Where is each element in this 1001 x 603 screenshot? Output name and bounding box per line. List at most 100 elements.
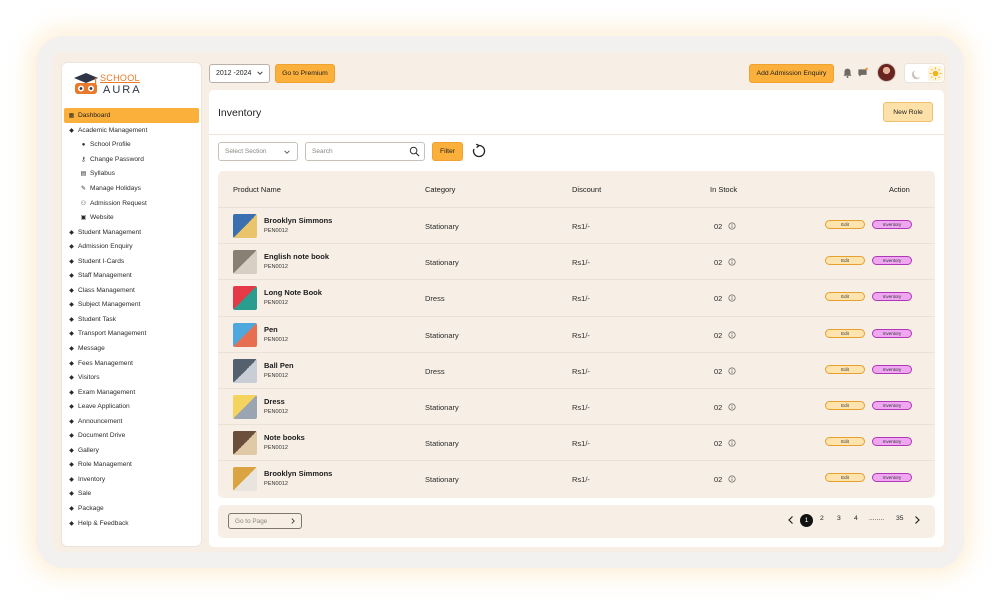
- sidebar-item-student-i-cards[interactable]: ◆ Student I-Cards: [64, 254, 199, 269]
- sidebar-item-school-profile[interactable]: ● School Profile: [64, 138, 199, 153]
- filter-button[interactable]: Filter: [432, 142, 463, 161]
- sidebar-item-package[interactable]: ◆ Package: [64, 501, 199, 516]
- info-icon[interactable]: [728, 258, 736, 266]
- category-cell: Dress: [425, 366, 445, 376]
- inventory-button[interactable]: Inventory: [872, 292, 912, 302]
- info-icon[interactable]: [728, 331, 736, 339]
- sidebar-item-announcement[interactable]: ◆ Announcement: [64, 414, 199, 429]
- info-icon[interactable]: [728, 439, 736, 447]
- inventory-button[interactable]: Inventory: [872, 437, 912, 447]
- sidebar-item-label: Admission Request: [90, 199, 147, 207]
- page-number[interactable]: 1: [800, 514, 813, 527]
- sidebar-item-inventory[interactable]: ◆ Inventory: [64, 472, 199, 487]
- discount-cell: Rs1/-: [572, 439, 590, 449]
- year-select[interactable]: 2012 -2024: [209, 64, 270, 83]
- go-to-premium-button[interactable]: Go to Premium: [275, 64, 335, 83]
- notification-bell-icon[interactable]: [842, 67, 853, 79]
- sidebar-item-academic-management[interactable]: ◆ Academic Management: [64, 123, 199, 138]
- edit-button[interactable]: Edit: [825, 364, 865, 374]
- sidebar-item-dashboard[interactable]: ▦ Dashboard: [64, 108, 199, 123]
- logo[interactable]: SCHOOL AURA: [72, 70, 152, 98]
- sidebar-item-change-password[interactable]: ⚷ Change Password: [64, 152, 199, 167]
- inventory-button[interactable]: Inventory: [872, 220, 912, 229]
- info-icon[interactable]: [728, 294, 736, 302]
- table-row: Note books PEN0012 Stationary Rs1/- 02 Edit In…: [218, 425, 935, 462]
- sidebar-item-visitors[interactable]: ◆ Visitors: [64, 370, 199, 385]
- edit-button[interactable]: Edit: [825, 473, 865, 483]
- edit-button[interactable]: Edit: [825, 292, 865, 302]
- sidebar-item-help-feedback[interactable]: ◆ Help & Feedback: [64, 516, 199, 531]
- sidebar-item-student-management[interactable]: ◆ Student Management: [64, 225, 199, 240]
- table-row: Pen PEN0012 Stationary Rs1/- 02 Edit Inventory: [218, 317, 935, 353]
- sidebar-item-syllabus[interactable]: ▤ Syllabus: [64, 167, 199, 182]
- search-input[interactable]: [305, 142, 425, 161]
- cap-icon: ◆: [69, 447, 74, 454]
- page-number[interactable]: 3: [837, 515, 841, 522]
- sidebar-item-transport-management[interactable]: ◆ Transport Management: [64, 327, 199, 342]
- info-icon[interactable]: [728, 367, 736, 375]
- sidebar-item-role-management[interactable]: ◆ Role Management: [64, 458, 199, 473]
- sidebar-item-document-drive[interactable]: ◆ Document Drive: [64, 428, 199, 443]
- sidebar-item-leave-application[interactable]: ◆ Leave Application: [64, 399, 199, 414]
- sidebar-item-staff-management[interactable]: ◆ Staff Management: [64, 268, 199, 283]
- page-number[interactable]: 2: [820, 515, 824, 522]
- sidebar-item-student-task[interactable]: ◆ Student Task: [64, 312, 199, 327]
- category-cell: Stationary: [425, 258, 459, 268]
- product-code: PEN0012: [264, 445, 288, 452]
- edit-label: Edit: [841, 294, 849, 300]
- sidebar-item-class-management[interactable]: ◆ Class Management: [64, 283, 199, 298]
- inventory-button[interactable]: Inventory: [872, 328, 912, 338]
- info-icon[interactable]: [728, 475, 736, 483]
- sidebar-item-exam-management[interactable]: ◆ Exam Management: [64, 385, 199, 400]
- sidebar-item-manage-holidays[interactable]: ✎ Manage Holidays: [64, 181, 199, 196]
- product-code: PEN0012: [264, 409, 288, 415]
- edit-button[interactable]: Edit: [825, 328, 865, 338]
- next-page-icon[interactable]: [912, 515, 922, 525]
- users-icon: ⚇: [80, 200, 87, 207]
- cap-icon: ◆: [69, 258, 74, 265]
- inventory-button[interactable]: Inventory: [872, 256, 912, 266]
- select-section-placeholder: Select Section: [225, 148, 267, 155]
- info-icon[interactable]: [728, 222, 736, 230]
- stock-cell: 02: [714, 294, 723, 304]
- select-section-dropdown[interactable]: Select Section: [218, 142, 298, 161]
- sidebar-item-admission-enquiry[interactable]: ◆ Admission Enquiry: [64, 239, 199, 254]
- inventory-button[interactable]: Inventory: [872, 401, 912, 410]
- sun-icon[interactable]: [928, 66, 943, 81]
- previous-page-icon[interactable]: [786, 515, 796, 525]
- cap-icon: ◆: [69, 389, 74, 396]
- table-row: English note book PEN0012 Stationary Rs1/- 0…: [218, 244, 935, 281]
- cap-icon: ◆: [69, 331, 74, 338]
- add-admission-enquiry-button[interactable]: Add Admission Enquiry: [749, 64, 834, 83]
- table-row: Brooklyn Simmons PEN0012 Stationary Rs1/- 02…: [218, 208, 935, 245]
- sidebar-item-admission-request[interactable]: ⚇ Admission Request: [64, 196, 199, 211]
- new-role-button[interactable]: New Role: [883, 102, 933, 122]
- edit-button[interactable]: Edit: [825, 256, 865, 266]
- inventory-label: Inventory: [882, 439, 902, 445]
- search-icon[interactable]: [409, 146, 420, 157]
- sidebar-item-sale[interactable]: ◆ Sale: [64, 487, 199, 502]
- go-to-page-input[interactable]: Go to Page: [228, 513, 302, 529]
- sidebar-item-fees-management[interactable]: ◆ Fees Management: [64, 356, 199, 371]
- sidebar-item-subject-management[interactable]: ◆ Subject Management: [64, 298, 199, 313]
- logo-text-school: SCHOOL: [100, 73, 140, 83]
- discount-cell: Rs1/-: [572, 330, 590, 340]
- page-number[interactable]: 35: [896, 515, 904, 522]
- info-icon[interactable]: [728, 403, 736, 411]
- refresh-icon[interactable]: [471, 143, 487, 159]
- sidebar-item-message[interactable]: ◆ Message: [64, 341, 199, 356]
- edit-button[interactable]: Edit: [825, 401, 865, 410]
- moon-icon[interactable]: [911, 68, 923, 80]
- cap-icon: ◆: [69, 375, 74, 382]
- sidebar-item-gallery[interactable]: ◆ Gallery: [64, 443, 199, 458]
- main-panel: Inventory New Role Select Section Filter…: [209, 90, 944, 547]
- inventory-button[interactable]: Inventory: [872, 364, 912, 374]
- sidebar-item-website[interactable]: ▣ Website: [64, 210, 199, 225]
- user-avatar[interactable]: [877, 63, 896, 82]
- chat-icon[interactable]: [857, 67, 868, 79]
- edit-button[interactable]: Edit: [825, 437, 865, 447]
- inventory-button[interactable]: Inventory: [872, 473, 912, 483]
- edit-button[interactable]: Edit: [825, 220, 865, 229]
- sidebar-item-label: Transport Management: [78, 330, 147, 338]
- page-number[interactable]: 4: [854, 515, 858, 522]
